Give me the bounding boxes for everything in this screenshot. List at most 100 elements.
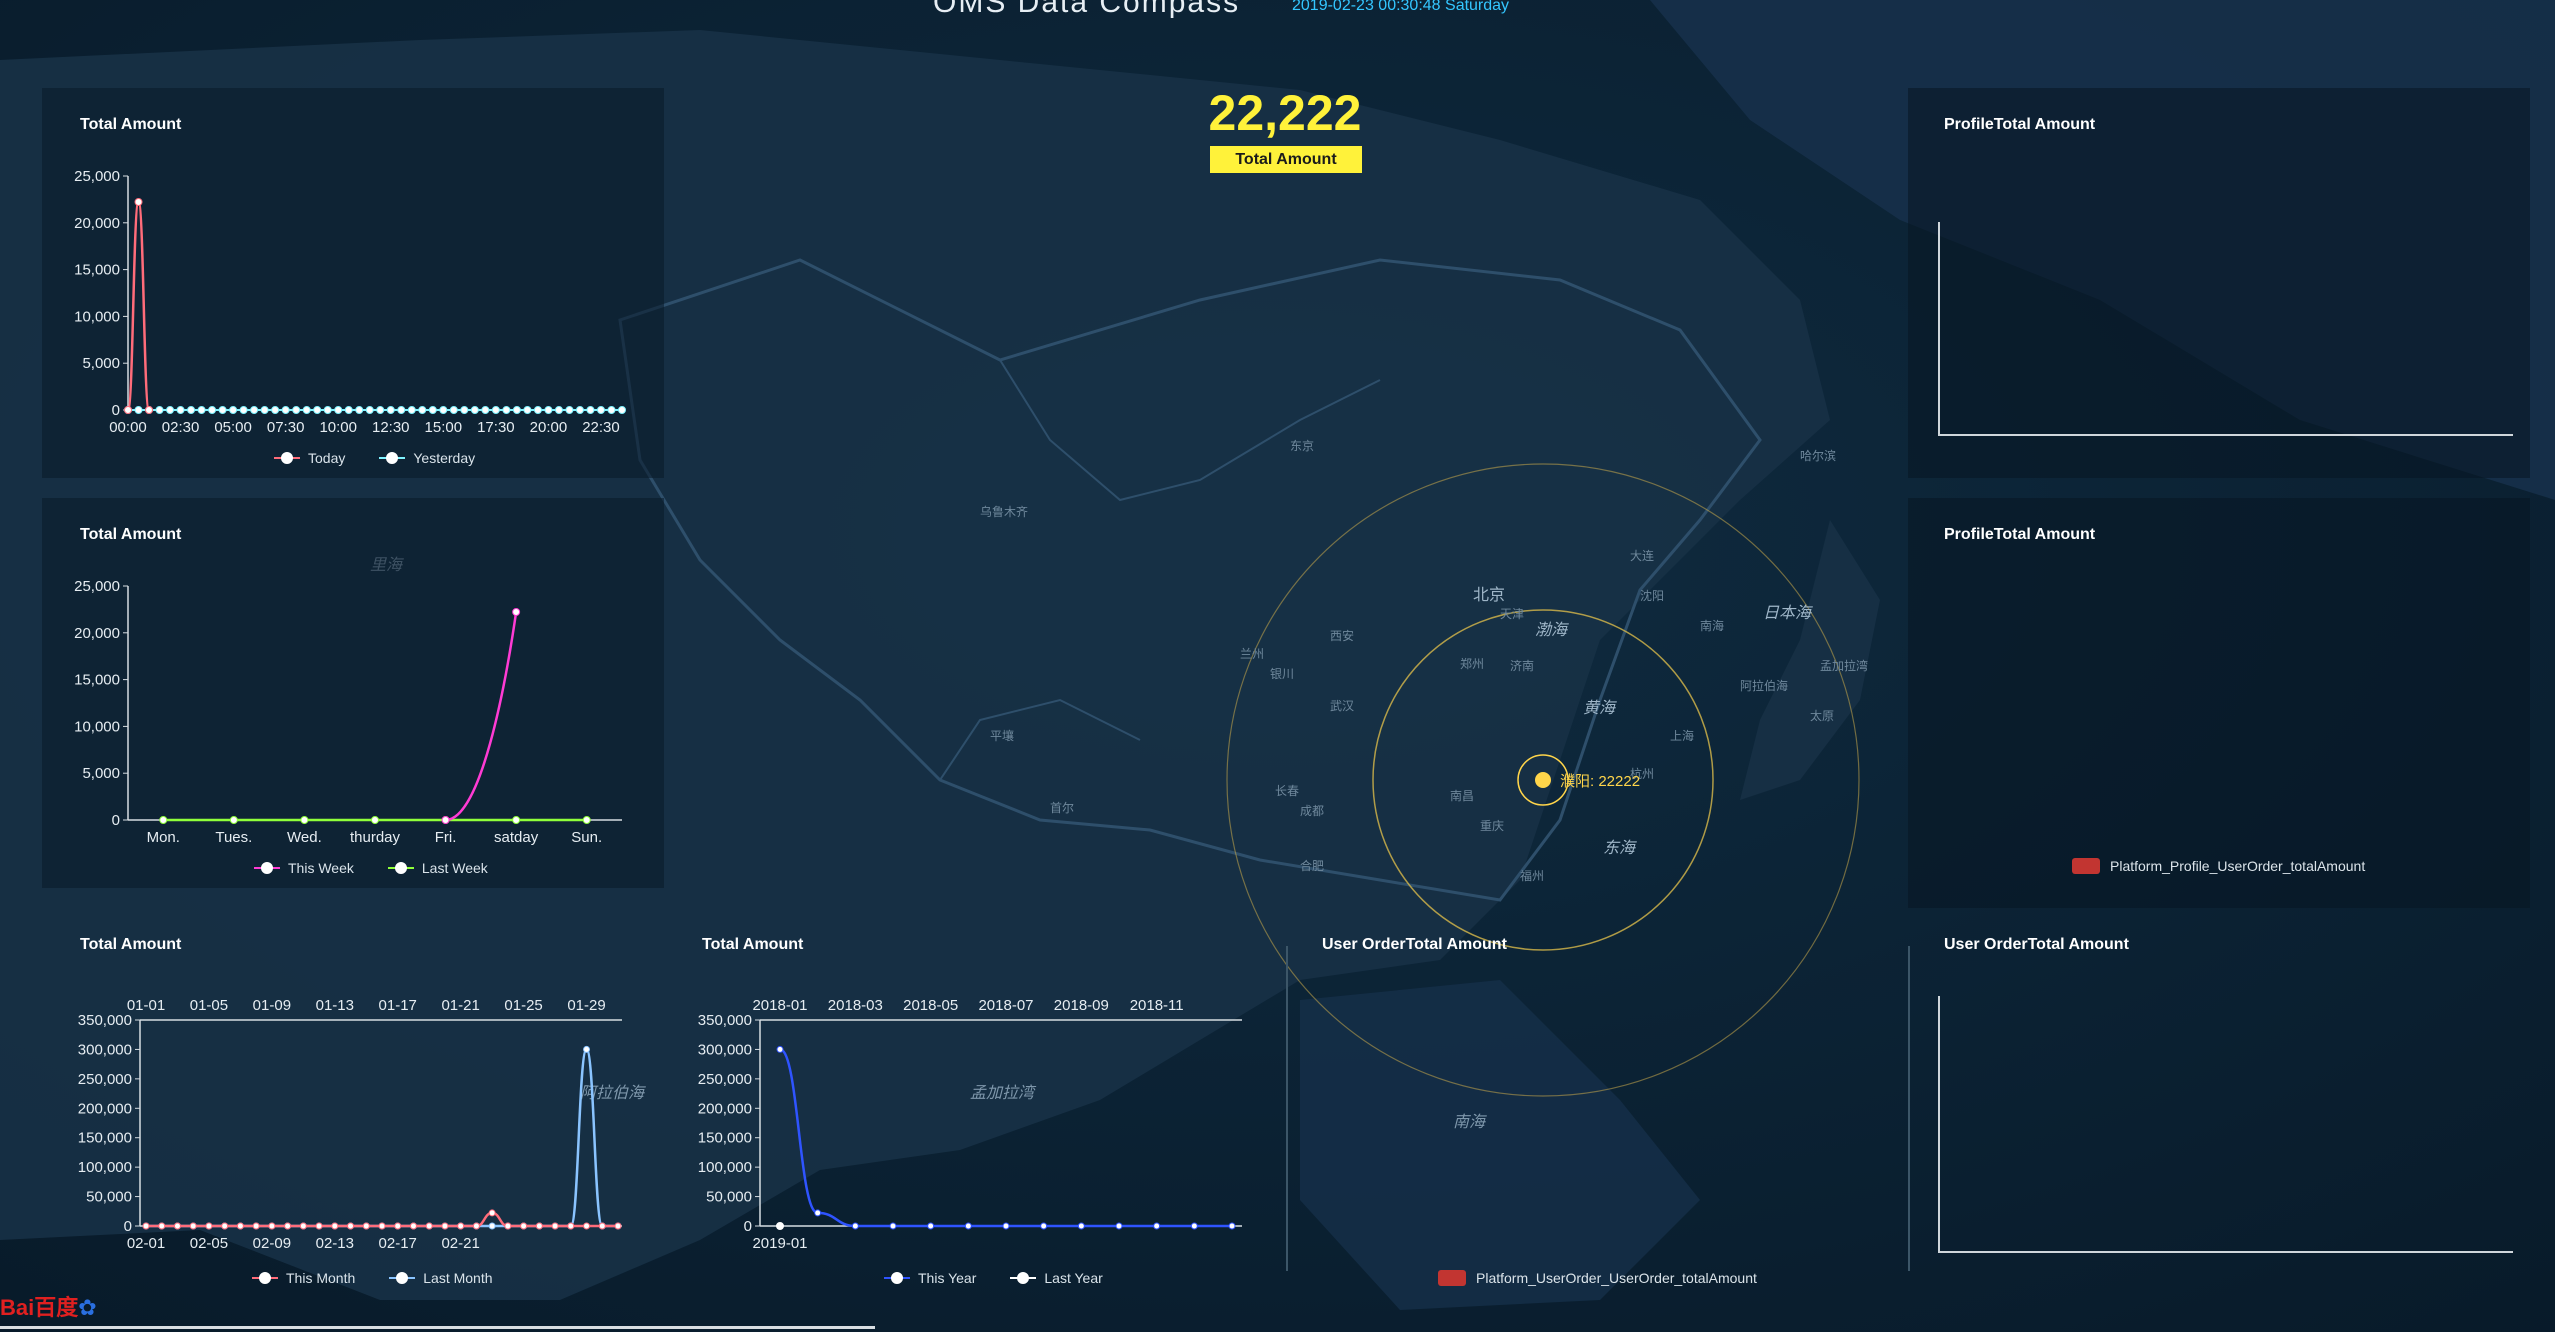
x-tick-label: 10:00 [319,419,357,436]
y-tick-label: 15,000 [74,672,120,689]
legend-marker [387,862,414,874]
point-this-month [425,1222,433,1230]
baidu-logo[interactable]: Bai百度✿ [0,1290,97,1322]
legend-item-this-week[interactable]: This Week [254,860,354,876]
point-yesterday [481,406,490,414]
x-top-tick-label: 2018-03 [828,997,883,1014]
legend-swatch [1438,1270,1466,1286]
point-yesterday [260,406,269,414]
point-yesterday [618,406,626,414]
map-place-label: 首尔 [1050,800,1074,815]
legend-label: Last Year [1044,1270,1103,1286]
x-tick-label: 05:00 [214,419,252,436]
legend-label: This Year [918,1270,977,1286]
point-yesterday [586,406,595,414]
chart-legend[interactable]: Platform_UserOrder_UserOrder_totalAmount [1438,1270,1757,1286]
point-yesterday [376,406,385,414]
legend-item-this-month[interactable]: This Month [252,1270,355,1286]
map-place-label: 成都 [1300,804,1324,818]
y-tick-label: 0 [112,402,120,419]
week-line-chart[interactable]: 0 5,000 10,000 15,000 20,000 25,000 Mon. Tues. W… [42,498,664,888]
point-yesterday [544,406,553,414]
point-yesterday [397,406,406,414]
x-bottom-tick-label: 02-21 [441,1235,479,1252]
point-yesterday [491,406,500,414]
map-place-label: 南昌 [1450,788,1474,803]
chart-legend: This Week Last Week [254,860,488,876]
y-tick-label: 5,000 [82,765,120,782]
x-top-tick-label: 01-09 [253,997,291,1014]
point-this-month [284,1222,292,1230]
legend-item-last-year[interactable]: Last Year [1010,1270,1103,1286]
total-amount-value: 22,222 [1208,85,1362,141]
svg-text:日本海: 日本海 [1763,604,1813,622]
legend-item-last-week[interactable]: Last Week [387,860,488,876]
chart-legend: This Month Last Month [252,1270,493,1286]
point-yesterday [134,406,143,414]
y-tick-label: 10,000 [74,308,120,325]
point-this-month [535,1222,543,1230]
point-yesterday [502,406,511,414]
point-yesterday [187,406,196,414]
y-tick-label: 20,000 [74,625,120,642]
point-this-year [1002,1222,1010,1230]
x-tick-label: thurday [350,829,401,846]
x-tick-label: 07:30 [267,419,305,436]
x-tick-label: 22:30 [582,419,620,436]
year-line-chart[interactable]: 0 50,000 100,000 150,000 200,000 250,000 300,0… [664,908,1286,1298]
x-top-tick-label: 01-17 [379,997,417,1014]
total-amount-badge: Total Amount [1210,146,1362,173]
panel-day-total: Total Amount 0 5,000 10,000 15,000 20,000 25,… [42,88,664,478]
point-this-year [1190,1222,1198,1230]
y-tick-label: 0 [124,1218,132,1235]
point-last-year [776,1222,784,1230]
y-tick-label: 150,000 [698,1130,752,1147]
day-line-chart[interactable]: 0 5,000 10,000 15,000 20,000 25,000 00:00 02:30… [42,88,664,478]
panel-user-order-1: User OrderTotal Amount Platform_UserOrde… [1286,908,1908,1298]
x-top-tick-label: 2018-09 [1054,997,1109,1014]
panel-month-total: Total Amount 0 50,000 100,000 150,000 200,00… [42,908,664,1298]
map-place-label: 武汉 [1330,699,1354,713]
x-bottom-tick-label: 2019-01 [752,1235,807,1252]
point-this-year [889,1222,897,1230]
legend-marker [1010,1272,1037,1284]
point-yesterday [208,406,217,414]
point-yesterday [460,406,469,414]
y-tick-label: 250,000 [698,1071,752,1088]
x-top-tick-label: 2018-11 [1130,997,1184,1014]
point-today [145,406,154,414]
map-place-label: 西安 [1330,628,1354,643]
month-line-chart[interactable]: 0 50,000 100,000 150,000 200,000 250,000 300,0… [42,908,664,1298]
point-this-month [567,1222,575,1230]
legend-item-this-year[interactable]: This Year [884,1270,976,1286]
legend-marker [254,862,280,874]
legend-item-yesterday[interactable]: Yesterday [379,450,475,466]
map-place-label: 福州 [1520,868,1544,883]
horizontal-scrollbar[interactable] [0,1326,875,1329]
y-tick-label: 10,000 [74,718,120,735]
point-this-month [472,1222,480,1230]
point-last-month [488,1222,496,1230]
y-tick-label: 50,000 [86,1189,132,1206]
x-tick-label: Fri. [435,829,457,846]
y-tick-label: 20,000 [74,215,120,232]
point-this-month [614,1222,622,1230]
legend-item-today[interactable]: Today [274,450,345,466]
legend-label: Yesterday [413,450,476,466]
y-tick-label: 200,000 [78,1100,132,1117]
baidu-paw-icon: ✿ [78,1295,97,1320]
point-this-month [299,1222,307,1230]
point-yesterday [428,406,437,414]
map-place-label: 天津 [1500,607,1524,621]
legend-label: Last Month [423,1270,493,1286]
legend-item-last-month[interactable]: Last Month [389,1270,493,1286]
x-tick-label: 20:00 [530,419,568,436]
y-tick-label: 100,000 [78,1159,132,1176]
legend-label: Platform_Profile_UserOrder_totalAmount [2110,858,2366,874]
point-yesterday [386,406,395,414]
map-place-label: 兰州 [1240,647,1264,661]
chart-legend[interactable]: Platform_Profile_UserOrder_totalAmount [2072,858,2365,874]
x-top-tick-label: 01-29 [567,997,605,1014]
point-this-month [158,1222,166,1230]
point-this-month [362,1222,370,1230]
